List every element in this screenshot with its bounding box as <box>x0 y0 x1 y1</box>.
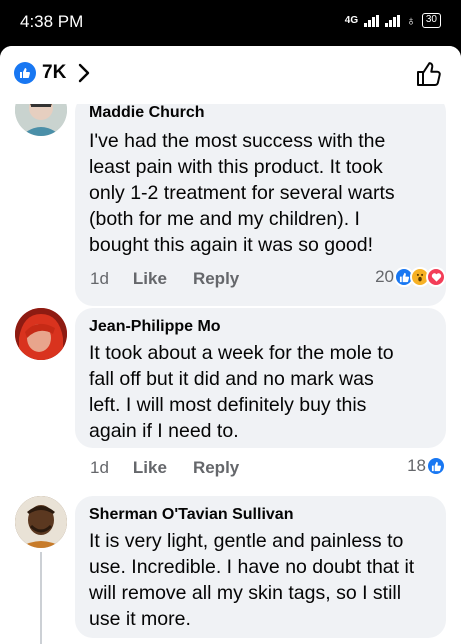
status-bar: 4:38 PM 4G ♁ 30 <box>0 0 461 46</box>
signal-icon <box>364 14 380 27</box>
comment-bubble: Sherman O'Tavian Sullivan It is very lig… <box>75 496 446 638</box>
reaction-count: 7K <box>42 62 67 83</box>
alarm-icon: ♁ <box>406 13 416 28</box>
chevron-right-icon <box>79 63 90 83</box>
comment-line: use it more. <box>89 608 191 630</box>
like-button[interactable]: Like <box>133 269 167 289</box>
like-icon <box>426 456 446 476</box>
comment-line: I've had the most success with the <box>89 130 386 152</box>
comment-author[interactable]: Jean-Philippe Mo <box>89 316 432 338</box>
comment-author[interactable]: Sherman O'Tavian Sullivan <box>89 504 432 526</box>
comment-line: will remove all my skin tags, so I still <box>89 582 402 604</box>
comment-line: only 1-2 treatment for several warts <box>89 182 395 204</box>
comment-line: fall off but it did and no mark was <box>89 368 374 390</box>
comment-line: use. Incredible. I have no doubt that it <box>89 556 415 578</box>
comment-reactions[interactable]: 20 <box>375 267 446 287</box>
avatar[interactable] <box>15 496 67 548</box>
comment-line: It is very light, gentle and painless to <box>89 530 404 552</box>
comment-line: bought this again it was so good! <box>89 234 374 256</box>
comment-time: 1d <box>90 458 109 477</box>
comments-sheet: Maddie Church I've had the most success … <box>0 46 461 644</box>
thumbs-up-icon[interactable] <box>415 60 443 88</box>
love-icon <box>426 267 446 287</box>
comment-bubble: Jean-Philippe Mo It took about a week fo… <box>75 308 446 448</box>
avatar[interactable] <box>15 308 67 360</box>
comment-actions: 1d Like Reply <box>90 458 265 478</box>
status-icons: 4G ♁ 30 <box>345 13 441 28</box>
reaction-count: 18 <box>407 456 426 475</box>
comment-line: least pain with this product. It took <box>89 156 383 178</box>
like-button[interactable]: Like <box>133 458 167 478</box>
network-type: 4G <box>344 15 359 26</box>
reply-button[interactable]: Reply <box>193 269 239 289</box>
status-time: 4:38 PM <box>20 12 84 31</box>
thread-line <box>40 552 42 644</box>
comment-author[interactable]: Maddie Church <box>89 102 432 124</box>
comment-line: again if I need to. <box>89 420 239 442</box>
comment-line: (both for me and my children). I <box>89 208 360 230</box>
like-icon <box>14 62 36 84</box>
comment-line: It took about a week for the mole to <box>89 342 394 364</box>
sheet-header: 7K <box>0 46 461 104</box>
comment-reactions[interactable]: 18 <box>407 456 446 476</box>
battery-icon: 30 <box>421 13 441 28</box>
comment-actions: 1d Like Reply <box>90 269 265 289</box>
reaction-count: 20 <box>375 267 394 286</box>
comment-time: 1d <box>90 269 109 288</box>
reply-button[interactable]: Reply <box>193 458 239 478</box>
signal-icon-2 <box>385 14 401 27</box>
comment-line: left. I will most definitely buy this <box>89 394 367 416</box>
reaction-summary-button[interactable]: 7K <box>14 62 90 84</box>
